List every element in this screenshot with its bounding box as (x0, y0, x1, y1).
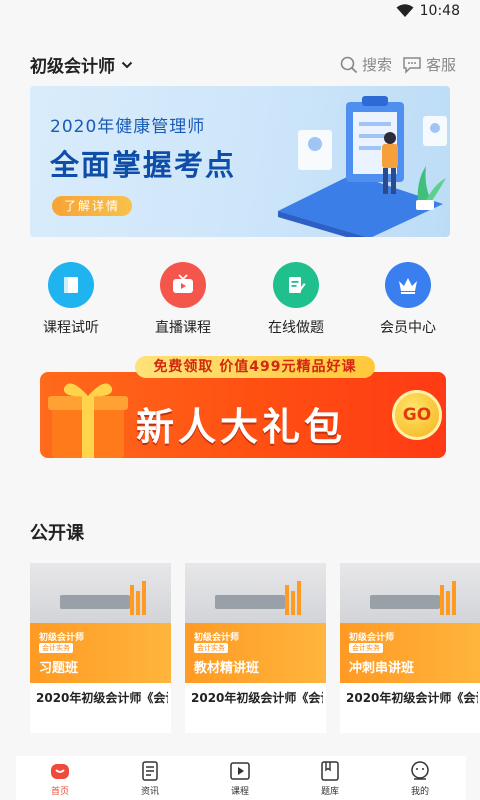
status-bar: 10:48 (0, 0, 480, 24)
course-selector-label: 初级会计师 (30, 57, 115, 77)
customer-service-button[interactable]: 客服 (402, 54, 456, 75)
tab-home[interactable]: 首页 (30, 760, 90, 797)
search-icon (340, 56, 358, 73)
header: 初级会计师 搜索 客服 (0, 44, 480, 84)
nav-live-courses[interactable]: 直播课程 (133, 262, 233, 337)
chevron-down-icon (121, 61, 133, 68)
promo-title: 新人大礼包 (136, 405, 347, 449)
nav-label: 会员中心 (380, 320, 436, 336)
course-card[interactable]: 初级会计师 会计实务 冲刺串讲班 2020年初级会计师《会计实务》冲刺串 (340, 563, 480, 733)
tv-icon (160, 262, 206, 308)
banner-subtitle: 2020年健康管理师 (50, 117, 206, 137)
banner-title: 全面掌握考点 (50, 148, 237, 182)
card-tag: 会计实务 (349, 643, 383, 653)
tab-courses[interactable]: 课程 (210, 760, 270, 797)
learn-more-button[interactable]: 了解详情 (52, 196, 132, 216)
question-bank-icon (321, 761, 339, 781)
search-label: 搜索 (362, 56, 393, 74)
service-label: 客服 (426, 56, 457, 74)
nav-label: 在线做题 (268, 320, 324, 336)
promo-banner[interactable]: 2020年健康管理师 全面掌握考点 了解详情 (30, 86, 450, 237)
search-button[interactable]: 搜索 (340, 54, 392, 75)
card-course: 初级会计师 (349, 633, 395, 643)
tab-news[interactable]: 资讯 (120, 760, 180, 797)
promo-ribbon: 免费领取 价值499元精品好课 (135, 356, 375, 378)
book-icon (48, 262, 94, 308)
go-button[interactable]: GO (392, 390, 442, 440)
card-title: 2020年初级会计师《会计实务》冲刺串 (346, 691, 478, 705)
tab-question-bank[interactable]: 题库 (300, 760, 360, 797)
course-list: 初级会计师 会计实务 习题班 2020年初级会计师《会计实务》习题班 初级会计师… (30, 563, 480, 733)
tab-profile[interactable]: 我的 (390, 760, 450, 797)
gift-box-icon (48, 383, 128, 458)
card-class-name: 冲刺串讲班 (349, 661, 415, 676)
nav-online-practice[interactable]: 在线做题 (246, 262, 346, 337)
card-class-name: 教材精讲班 (194, 661, 260, 676)
card-title: 2020年初级会计师《会计实务》教材精... (191, 691, 323, 705)
section-title: 公开课 (30, 523, 84, 544)
tab-label: 课程 (230, 787, 249, 797)
course-card[interactable]: 初级会计师 会计实务 习题班 2020年初级会计师《会计实务》习题班 (30, 563, 171, 733)
crown-icon (385, 262, 431, 308)
banner-illustration (278, 96, 447, 237)
card-class-name: 习题班 (39, 661, 79, 676)
quick-nav: 课程试听 直播课程 在线做题 会员中心 (0, 262, 480, 342)
course-thumbnail: 初级会计师 会计实务 教材精讲班 (185, 563, 326, 683)
card-tag: 会计实务 (194, 643, 228, 653)
course-selector[interactable]: 初级会计师 (30, 52, 133, 77)
tab-label: 首页 (50, 787, 69, 797)
card-tag: 会计实务 (39, 643, 73, 653)
nav-course-trial[interactable]: 课程试听 (21, 262, 121, 337)
home-icon (51, 764, 69, 779)
tab-label: 资讯 (140, 787, 159, 797)
card-title: 2020年初级会计师《会计实务》习题班 (36, 691, 168, 705)
nav-label: 课程试听 (43, 320, 99, 336)
tab-label: 题库 (320, 787, 339, 797)
chat-icon (403, 56, 421, 74)
course-thumbnail: 初级会计师 会计实务 习题班 (30, 563, 171, 683)
card-course: 初级会计师 (39, 633, 85, 643)
card-course: 初级会计师 (194, 633, 240, 643)
tab-label: 我的 (410, 787, 429, 797)
status-time: 10:48 (419, 3, 460, 19)
newcomer-gift-banner[interactable]: 免费领取 价值499元精品好课 新人大礼包 GO (40, 356, 452, 460)
edit-icon (273, 262, 319, 308)
nav-member-center[interactable]: 会员中心 (358, 262, 458, 337)
bottom-tab-bar: 首页 资讯 课程 题库 我的 (16, 756, 466, 800)
play-icon (230, 762, 250, 780)
course-thumbnail: 初级会计师 会计实务 冲刺串讲班 (340, 563, 480, 683)
wifi-icon (396, 4, 414, 17)
news-icon (142, 761, 158, 781)
course-card[interactable]: 初级会计师 会计实务 教材精讲班 2020年初级会计师《会计实务》教材精... (185, 563, 326, 733)
profile-icon (411, 761, 429, 780)
nav-label: 直播课程 (155, 320, 211, 336)
